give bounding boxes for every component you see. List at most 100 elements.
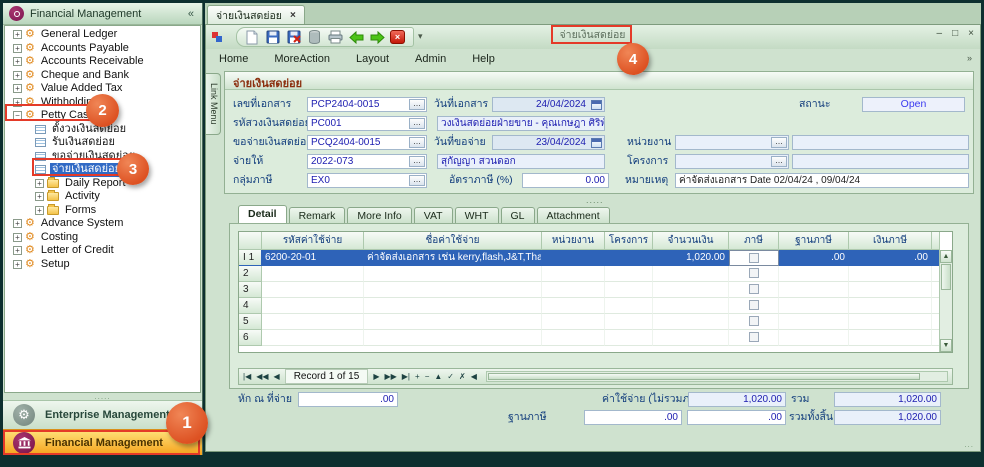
- scroll-up-icon[interactable]: ▲: [940, 250, 952, 263]
- tree-item-14[interactable]: +⚙Advance System: [5, 217, 200, 231]
- cell-name[interactable]: [364, 282, 542, 298]
- expand-icon[interactable]: +: [13, 30, 22, 39]
- tree-item-16[interactable]: +⚙Letter of Credit: [5, 244, 200, 258]
- row-header[interactable]: I 1: [239, 250, 262, 266]
- tree-item-11[interactable]: +Daily Report: [5, 177, 200, 191]
- cell-name[interactable]: [364, 298, 542, 314]
- project-field[interactable]: …: [675, 154, 789, 169]
- pc-code-field[interactable]: PC001…: [307, 116, 427, 131]
- tree-item-17[interactable]: +⚙Setup: [5, 258, 200, 272]
- minimize-icon[interactable]: –: [937, 29, 943, 39]
- expand-icon[interactable]: +: [13, 57, 22, 66]
- scroll-down-icon[interactable]: ▼: [940, 339, 952, 352]
- row-header[interactable]: 2: [239, 266, 262, 282]
- nav-delete-button[interactable]: −: [425, 369, 430, 384]
- cell-amount[interactable]: [653, 266, 729, 282]
- expense-grid[interactable]: รหัสค่าใช้จ่ายชื่อค่าใช้จ่ายหน่วยงานโครง…: [238, 231, 953, 353]
- save-icon[interactable]: [264, 29, 281, 46]
- tax-checkbox[interactable]: [749, 332, 759, 342]
- tax-base-field-2[interactable]: .00: [687, 410, 786, 425]
- cell-amount[interactable]: [653, 330, 729, 346]
- expand-icon[interactable]: +: [13, 84, 22, 93]
- cell-tax[interactable]: [729, 298, 779, 314]
- expand-icon[interactable]: +: [35, 179, 44, 188]
- cell-code[interactable]: [262, 282, 364, 298]
- tree-item-1[interactable]: +⚙Accounts Payable: [5, 42, 200, 56]
- link-menu-tab[interactable]: Link Menu: [206, 73, 221, 135]
- expand-icon[interactable]: +: [13, 44, 22, 53]
- department-field[interactable]: …: [675, 135, 789, 150]
- tax-checkbox[interactable]: [749, 253, 759, 263]
- cell-code[interactable]: 6200-20-01: [262, 250, 364, 266]
- grid-row-5[interactable]: 5: [239, 314, 952, 330]
- cell-tax[interactable]: [729, 266, 779, 282]
- cell-department[interactable]: [542, 314, 605, 330]
- tax-checkbox[interactable]: [749, 316, 759, 326]
- tab-wht[interactable]: WHT: [455, 207, 499, 223]
- sidebar-splitter[interactable]: .....: [3, 393, 202, 400]
- tab-attachment[interactable]: Attachment: [537, 207, 610, 223]
- cell-tax-base[interactable]: [779, 282, 849, 298]
- scrollbar-thumb[interactable]: [941, 264, 951, 290]
- grid-row-3[interactable]: 3: [239, 282, 952, 298]
- tax-group-field[interactable]: EX0…: [307, 173, 427, 188]
- document-tab[interactable]: จ่ายเงินสดย่อย ×: [207, 5, 305, 24]
- tree-item-10[interactable]: จ่ายเงินสดย่อย: [5, 163, 200, 177]
- delete-icon[interactable]: [306, 29, 323, 46]
- expand-icon[interactable]: +: [13, 219, 22, 228]
- grid-row-2[interactable]: 2: [239, 266, 952, 282]
- wht-field[interactable]: .00: [298, 392, 398, 407]
- grid-horizontal-scrollbar[interactable]: [486, 371, 948, 382]
- panel-splitter[interactable]: .....: [586, 195, 604, 205]
- expand-icon[interactable]: +: [13, 246, 22, 255]
- menu-moreaction[interactable]: MoreAction: [274, 53, 330, 65]
- cell-code[interactable]: [262, 266, 364, 282]
- row-header[interactable]: 5: [239, 314, 262, 330]
- nav-prev-page-button[interactable]: ◀◀: [256, 369, 268, 384]
- cell-name[interactable]: [364, 330, 542, 346]
- cell-department[interactable]: [542, 282, 605, 298]
- expand-icon[interactable]: +: [35, 206, 44, 215]
- tree-item-12[interactable]: +Activity: [5, 190, 200, 204]
- tax-checkbox[interactable]: [749, 284, 759, 294]
- cell-tax-amount[interactable]: [849, 330, 932, 346]
- nav-cancel-button[interactable]: ✗: [459, 369, 466, 384]
- menu-help[interactable]: Help: [472, 53, 495, 65]
- cell-project[interactable]: [605, 298, 653, 314]
- lookup-icon[interactable]: …: [409, 118, 425, 129]
- cell-department[interactable]: [542, 250, 605, 266]
- collapse-sidebar-icon[interactable]: «: [186, 8, 196, 20]
- print-icon[interactable]: [327, 29, 344, 46]
- doc-no-field[interactable]: PCP2404-0015…: [307, 97, 427, 112]
- tree-item-15[interactable]: +⚙Costing: [5, 231, 200, 245]
- save-delete-icon[interactable]: [285, 29, 302, 46]
- tab-detail[interactable]: Detail: [238, 205, 287, 223]
- new-document-icon[interactable]: [243, 29, 260, 46]
- toolbar-overflow-icon[interactable]: ▾: [418, 31, 423, 42]
- close-window-icon[interactable]: ×: [968, 29, 974, 39]
- row-header[interactable]: 6: [239, 330, 262, 346]
- menu-home[interactable]: Home: [219, 53, 248, 65]
- cell-project[interactable]: [605, 314, 653, 330]
- remark-field[interactable]: ค่าจัดส่งเอกสาร Date 02/04/24 , 09/04/24: [675, 173, 969, 188]
- cell-amount[interactable]: [653, 298, 729, 314]
- nav-edit-button[interactable]: ▲: [434, 369, 442, 384]
- cell-tax-base[interactable]: [779, 298, 849, 314]
- tab-remark[interactable]: Remark: [289, 207, 346, 223]
- tree-item-8[interactable]: รับเงินสดย่อย: [5, 136, 200, 150]
- grid-vertical-scrollbar[interactable]: ▲ ▼: [939, 250, 952, 352]
- close-tab-icon[interactable]: ×: [290, 10, 296, 21]
- nav-last-button[interactable]: ▶|: [402, 369, 410, 384]
- calendar-icon[interactable]: [591, 138, 602, 148]
- tab-vat[interactable]: VAT: [414, 207, 453, 223]
- pay-to-field[interactable]: 2022-073…: [307, 154, 427, 169]
- cell-amount[interactable]: [653, 314, 729, 330]
- maximize-icon[interactable]: □: [952, 29, 958, 39]
- cell-name[interactable]: [364, 314, 542, 330]
- cell-project[interactable]: [605, 330, 653, 346]
- doc-date-field[interactable]: 24/04/2024: [492, 97, 605, 112]
- grid-row-6[interactable]: 6: [239, 330, 952, 346]
- navigate-forward-icon[interactable]: [369, 29, 386, 46]
- tax-checkbox[interactable]: [749, 300, 759, 310]
- expand-icon[interactable]: +: [13, 233, 22, 242]
